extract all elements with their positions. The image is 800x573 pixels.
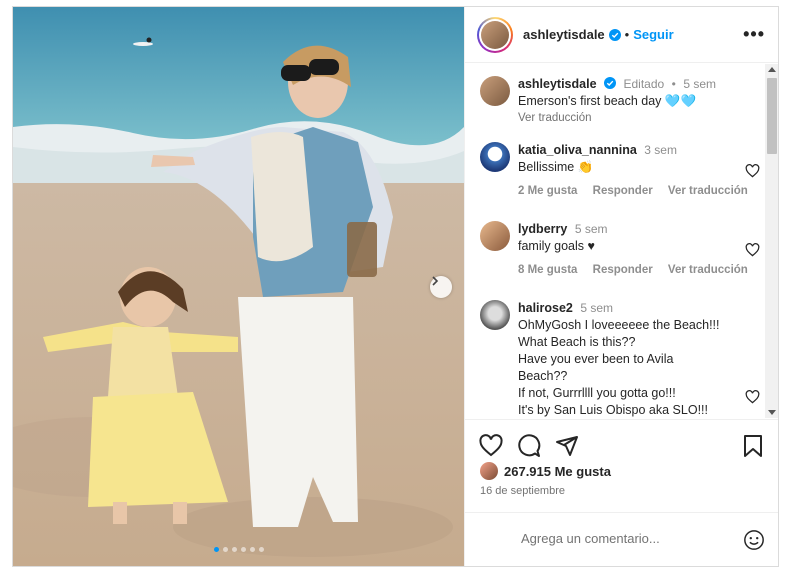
comment-text-line: It's by San Luis Obispo aka SLO!!! (518, 403, 708, 417)
comment-avatar[interactable] (480, 300, 510, 330)
more-options-icon[interactable]: ••• (743, 25, 765, 43)
carousel-dot (240, 547, 246, 552)
next-slide-button[interactable] (430, 276, 452, 298)
author-username[interactable]: ashleytisdale (523, 27, 605, 42)
bookmark-icon[interactable] (741, 434, 765, 458)
post-side-panel: ashleytisdale • Seguir ••• ashleytisdale… (464, 7, 778, 566)
heart-icon[interactable] (745, 243, 760, 257)
comment-likes[interactable]: 2 Me gusta (518, 185, 577, 197)
translate-link[interactable]: Ver traducción (668, 264, 748, 276)
comment-time[interactable]: 5 sem (580, 301, 613, 315)
follow-button[interactable]: Seguir (633, 27, 673, 42)
post-date[interactable]: 16 de septiembre (480, 485, 565, 497)
caption-avatar[interactable] (480, 76, 510, 106)
verified-badge-icon (604, 77, 616, 89)
separator: • (624, 27, 630, 42)
comment-username[interactable]: lydberry (518, 222, 567, 236)
beach-photo (13, 7, 464, 566)
reply-button[interactable]: Responder (593, 264, 653, 276)
caption-time[interactable]: 5 sem (683, 77, 716, 91)
comment-username[interactable]: katia_oliva_nannina (518, 143, 637, 157)
comment-item: katia_oliva_nannina 3 sem Bellissime 👏 2… (480, 142, 760, 200)
carousel-dot (249, 547, 255, 552)
comment-likes[interactable]: 8 Me gusta (518, 264, 577, 276)
caption-edited: Editado (623, 77, 665, 91)
comment-item: lydberry 5 sem family goals ♥ 8 Me gusta… (480, 221, 760, 279)
caption-username[interactable]: ashleytisdale (518, 77, 597, 91)
carousel-dot (231, 547, 237, 552)
carousel-dot (258, 547, 264, 552)
comment-text-line: Beach?? (518, 369, 568, 383)
comments-section[interactable]: ashleytisdale Editado • 5 sem Emerson's … (465, 64, 778, 418)
comments-scrollbar[interactable] (765, 64, 778, 418)
heart-icon[interactable] (479, 434, 503, 458)
comment-icon[interactable] (517, 434, 541, 458)
post-actions (465, 419, 778, 463)
carousel-dot (222, 547, 228, 552)
comment-time[interactable]: 5 sem (575, 222, 608, 236)
comment-text-line: OhMyGosh I loveeeeee the Beach!!! (518, 318, 720, 332)
share-icon[interactable] (555, 434, 579, 458)
caption-text: Emerson's first beach day 🩵🩵 (518, 94, 697, 108)
comment-text-line: If not, Gurrrllll you gotta go!!! (518, 386, 676, 400)
comment-text-line: What Beach is this?? (518, 335, 636, 349)
separator: • (671, 77, 676, 91)
add-comment-bar: Agrega un comentario... (465, 512, 778, 566)
comment-avatar[interactable] (480, 142, 510, 172)
comment-avatar[interactable] (480, 221, 510, 251)
carousel-indicator (13, 547, 464, 552)
comment-text: family goals ♥ (518, 239, 595, 253)
heart-icon[interactable] (745, 390, 760, 404)
carousel-dot (213, 547, 219, 552)
author-avatar-ring[interactable] (477, 16, 513, 53)
scroll-thumb[interactable] (767, 78, 777, 154)
scroll-up-icon[interactable] (768, 67, 776, 72)
reply-button[interactable]: Responder (593, 185, 653, 197)
chevron-right-icon (432, 276, 439, 286)
comment-input[interactable]: Agrega un comentario... (521, 531, 660, 546)
author-avatar (481, 20, 509, 49)
likes-count[interactable]: 267.915 Me gusta (504, 464, 611, 479)
comment-text-line: Have you ever been to Avila (518, 352, 674, 366)
emoji-icon[interactable] (743, 529, 765, 551)
caption: ashleytisdale Editado • 5 sem Emerson's … (480, 76, 760, 127)
translate-link[interactable]: Ver traducción (668, 185, 748, 197)
comment-text: Bellissime 👏 (518, 160, 594, 174)
post-header: ashleytisdale • Seguir ••• (465, 7, 778, 63)
likes-summary[interactable]: 267.915 Me gusta (480, 462, 611, 480)
comment-item: halirose2 5 sem OhMyGosh I loveeeeee the… (480, 300, 760, 418)
comment-time[interactable]: 3 sem (644, 143, 677, 157)
post-image[interactable] (13, 7, 464, 566)
comment-username[interactable]: halirose2 (518, 301, 573, 315)
scroll-down-icon[interactable] (768, 410, 776, 415)
liker-avatar (480, 462, 498, 480)
post-dialog: ashleytisdale • Seguir ••• ashleytisdale… (12, 6, 779, 567)
caption-translate-link[interactable]: Ver traducción (518, 110, 760, 127)
heart-icon[interactable] (745, 164, 760, 178)
verified-badge-icon (608, 28, 621, 41)
